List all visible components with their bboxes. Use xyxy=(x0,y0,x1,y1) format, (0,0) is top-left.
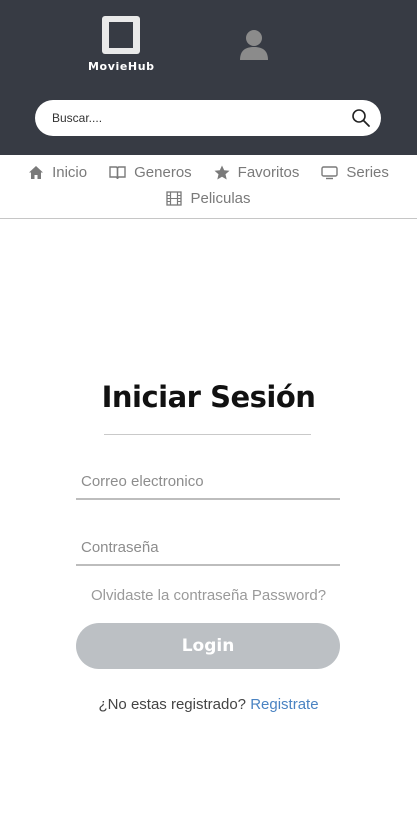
email-field[interactable] xyxy=(76,464,340,500)
register-prompt-text: ¿No estas registrado? xyxy=(98,696,247,713)
title-divider xyxy=(104,434,311,435)
nav-item-inicio[interactable]: Inicio xyxy=(28,162,87,182)
main-nav: Inicio Generos Favoritos Series Pelicula… xyxy=(0,155,417,219)
logo-text: MovieHub xyxy=(88,60,155,73)
login-button[interactable]: Login xyxy=(76,623,340,669)
nav-item-peliculas[interactable]: Peliculas xyxy=(166,188,251,208)
search-input[interactable] xyxy=(52,100,342,136)
nav-item-label: Series xyxy=(346,163,389,181)
nav-item-series[interactable]: Series xyxy=(321,162,389,182)
film-icon xyxy=(166,190,183,206)
register-prompt: ¿No estas registrado? Registrate xyxy=(0,696,417,713)
star-icon xyxy=(214,165,230,179)
nav-item-label: Peliculas xyxy=(190,189,251,207)
tv-icon xyxy=(321,165,339,179)
nav-item-generos[interactable]: Generos xyxy=(109,162,192,182)
logo-icon xyxy=(101,16,141,56)
nav-item-label: Favoritos xyxy=(237,163,300,181)
forgot-password-link[interactable]: Olvidaste la contraseña Password? xyxy=(0,587,417,604)
top-header: MovieHub xyxy=(0,0,417,155)
nav-item-label: Generos xyxy=(134,163,192,181)
search-icon xyxy=(352,109,370,127)
register-link[interactable]: Registrate xyxy=(250,696,318,713)
user-icon xyxy=(240,30,268,60)
logo[interactable]: MovieHub xyxy=(88,16,154,74)
user-account-button[interactable] xyxy=(236,28,272,62)
nav-item-label: Inicio xyxy=(52,163,88,181)
search-button[interactable] xyxy=(351,108,371,128)
password-field[interactable] xyxy=(76,530,340,566)
book-icon xyxy=(109,165,126,179)
nav-item-favoritos[interactable]: Favoritos xyxy=(214,162,300,182)
page-title: Iniciar Sesión xyxy=(101,380,316,414)
home-icon xyxy=(29,165,44,179)
search-bar xyxy=(35,100,381,136)
